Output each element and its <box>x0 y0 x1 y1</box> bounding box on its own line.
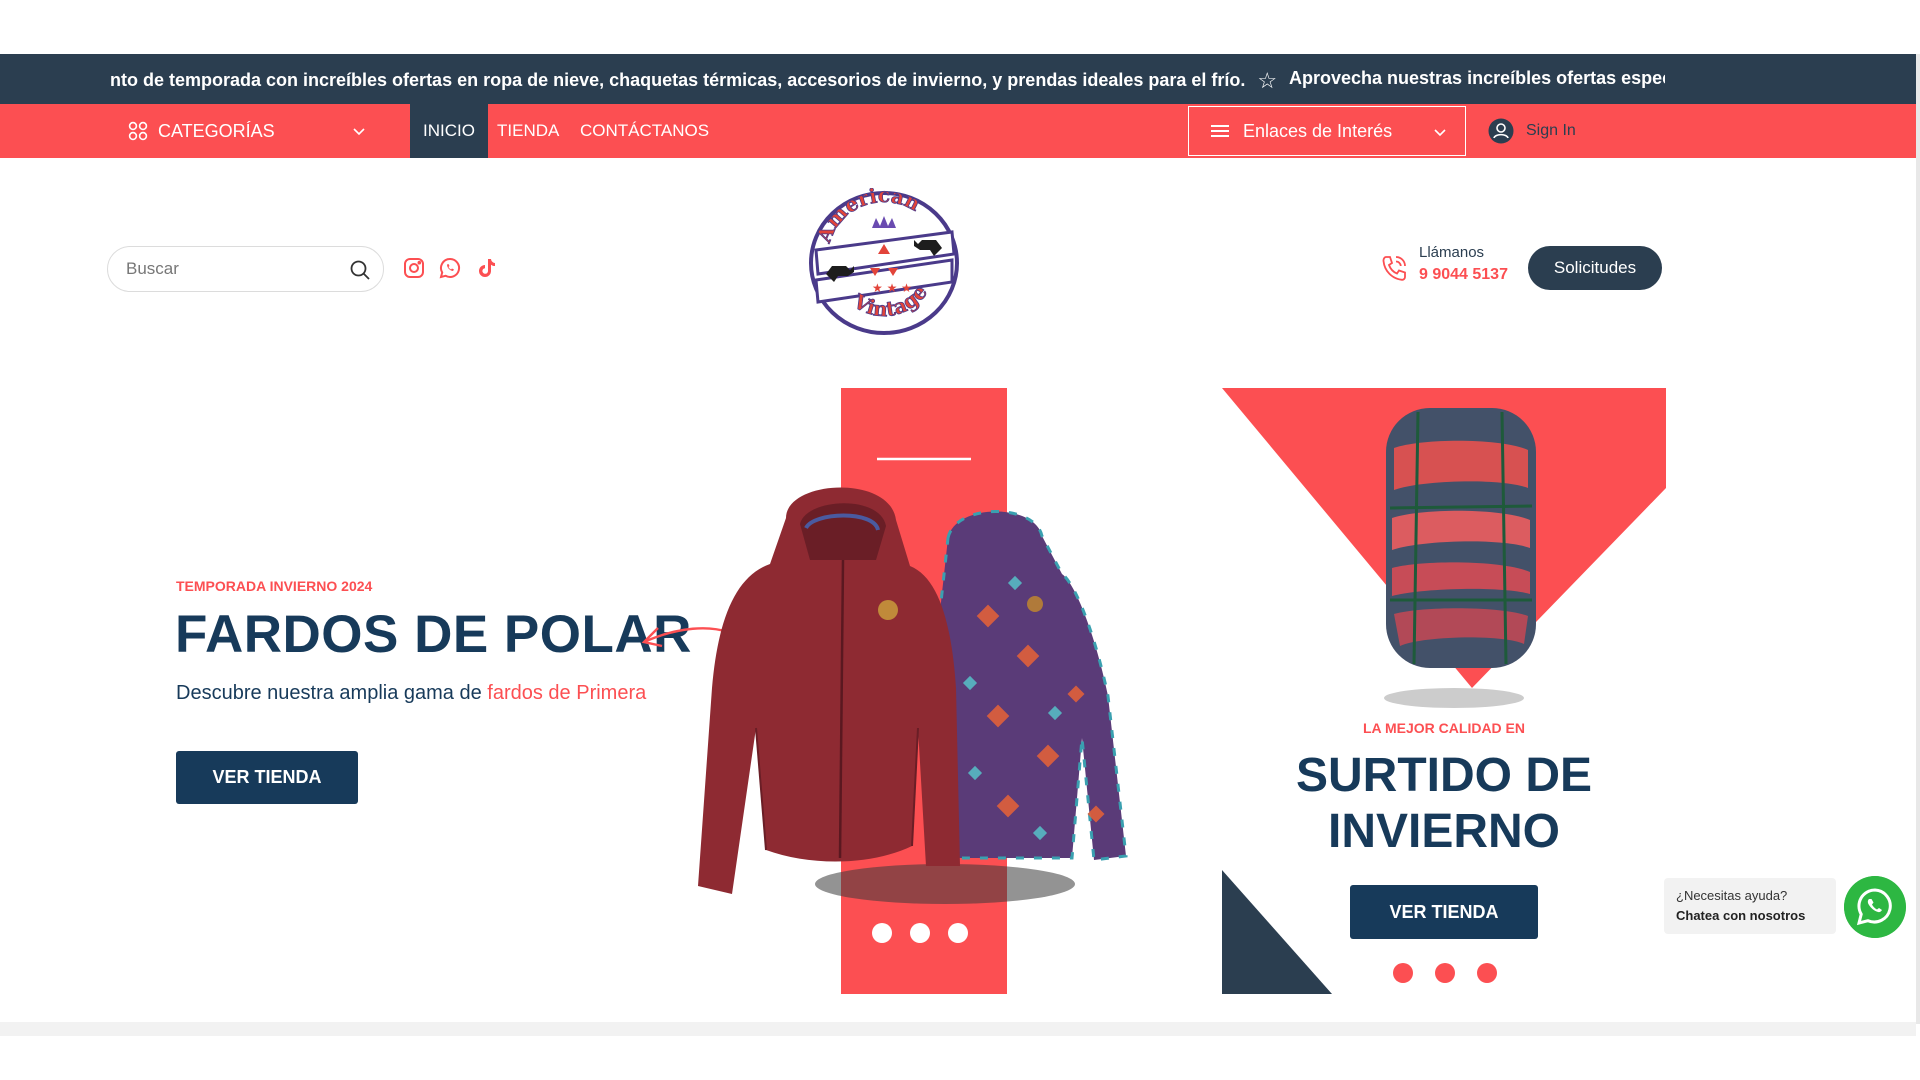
banner2-title-line2: INVIERNO <box>1327 805 1561 858</box>
hero-eyebrow: TEMPORADA INVIERNO 2024 <box>176 578 373 594</box>
ticker-message-2: Aprovecha nuestras increíbles ofertas es… <box>1289 68 1665 88</box>
whatsapp-chat-button[interactable] <box>1844 876 1906 938</box>
sign-in-link[interactable]: Sign In <box>1488 104 1576 158</box>
banner2-eyebrow: LA MEJOR CALIDAD EN <box>1362 720 1526 736</box>
banner2-ver-tienda-button[interactable]: VER TIENDA <box>1350 885 1538 939</box>
instagram-icon[interactable] <box>402 256 426 280</box>
help-line-1: ¿Necesitas ayuda? <box>1676 888 1788 903</box>
whatsapp-help-bubble[interactable]: ¿Necesitas ayuda? Chatea con nosotros <box>1664 878 1836 934</box>
nav-item-inicio[interactable]: INICIO <box>410 104 488 158</box>
ticker-track: nto de temporada con increíbles ofertas … <box>110 54 1665 104</box>
banner2-title: SURTIDO DE INVIERNO <box>1222 748 1666 860</box>
categories-grid-icon <box>128 121 148 141</box>
promo-ticker: nto de temporada con increíbles ofertas … <box>0 54 1916 104</box>
carousel-dot-1[interactable] <box>872 923 892 943</box>
bale-shadow <box>1384 688 1524 708</box>
chevron-down-icon <box>353 128 365 136</box>
carousel-dot-2[interactable] <box>1435 963 1455 983</box>
search-placeholder: Buscar <box>126 259 179 278</box>
whatsapp-icon[interactable] <box>438 256 462 280</box>
links-of-interest-label: Enlaces de Interés <box>1243 120 1393 141</box>
solicitudes-button[interactable]: Solicitudes <box>1528 246 1662 290</box>
footer-strip <box>0 1022 1916 1036</box>
american-vintage-logo[interactable]: American Vintage ★ ★ ★ <box>806 188 962 338</box>
jacket-shadow <box>815 864 1075 904</box>
ticker-message-1: nto de temporada con increíbles ofertas … <box>110 68 1277 94</box>
hero-description-highlight: fardos de Primera <box>487 682 647 704</box>
hero-carousel-dots <box>872 923 968 943</box>
scrollbar-edge <box>1916 54 1920 1024</box>
carousel-dot-3[interactable] <box>948 923 968 943</box>
phone-icon <box>1382 256 1406 281</box>
sign-in-label: Sign In <box>1526 122 1576 139</box>
hero-ver-tienda-button[interactable]: VER TIENDA <box>176 751 358 804</box>
categories-dropdown[interactable]: CATEGORÍAS <box>128 104 368 158</box>
menu-icon <box>1211 125 1229 137</box>
hero-title: FARDOS DE POLAR <box>175 605 692 664</box>
ticker-message-1-text: nto de temporada con increíbles ofertas … <box>110 70 1246 90</box>
nav-item-tienda[interactable]: TIENDA <box>484 104 572 158</box>
categories-label: CATEGORÍAS <box>158 120 275 141</box>
carousel-dot-2[interactable] <box>910 923 930 943</box>
call-label: Llámanos <box>1419 244 1485 261</box>
main-navbar: CATEGORÍAS INICIO TIENDA CONTÁCTANOS Enl… <box>0 104 1916 158</box>
tiktok-icon[interactable] <box>474 256 498 280</box>
hero-description-text: Descubre nuestra amplia gama de <box>176 682 488 704</box>
banner-navy-triangle <box>1222 870 1332 994</box>
search-input[interactable]: Buscar <box>107 246 384 292</box>
carousel-dot-3[interactable] <box>1477 963 1497 983</box>
clothing-bale <box>1386 408 1536 668</box>
user-icon <box>1488 118 1514 144</box>
patterned-jacket <box>934 510 1128 862</box>
nav-item-contactanos[interactable]: CONTÁCTANOS <box>567 104 722 158</box>
call-number[interactable]: 9 9044 5137 <box>1419 266 1508 284</box>
hero-description: Descubre nuestra amplia gama de fardos d… <box>176 682 646 705</box>
page: nto de temporada con increíbles ofertas … <box>0 0 1920 1080</box>
links-of-interest-dropdown[interactable]: Enlaces de Interés <box>1188 106 1466 156</box>
search-icon[interactable] <box>349 259 371 281</box>
help-line-2: Chatea con nosotros <box>1676 908 1806 923</box>
star-icon: ☆ <box>1257 68 1278 93</box>
banner2-title-line1: SURTIDO DE <box>1295 749 1592 802</box>
hero-slide-image <box>698 388 1128 994</box>
carousel-dot-1[interactable] <box>1393 963 1413 983</box>
chevron-down-icon <box>1434 129 1446 137</box>
logo-stars: ★ ★ ★ <box>872 281 912 295</box>
banner2-carousel-dots <box>1393 963 1497 983</box>
